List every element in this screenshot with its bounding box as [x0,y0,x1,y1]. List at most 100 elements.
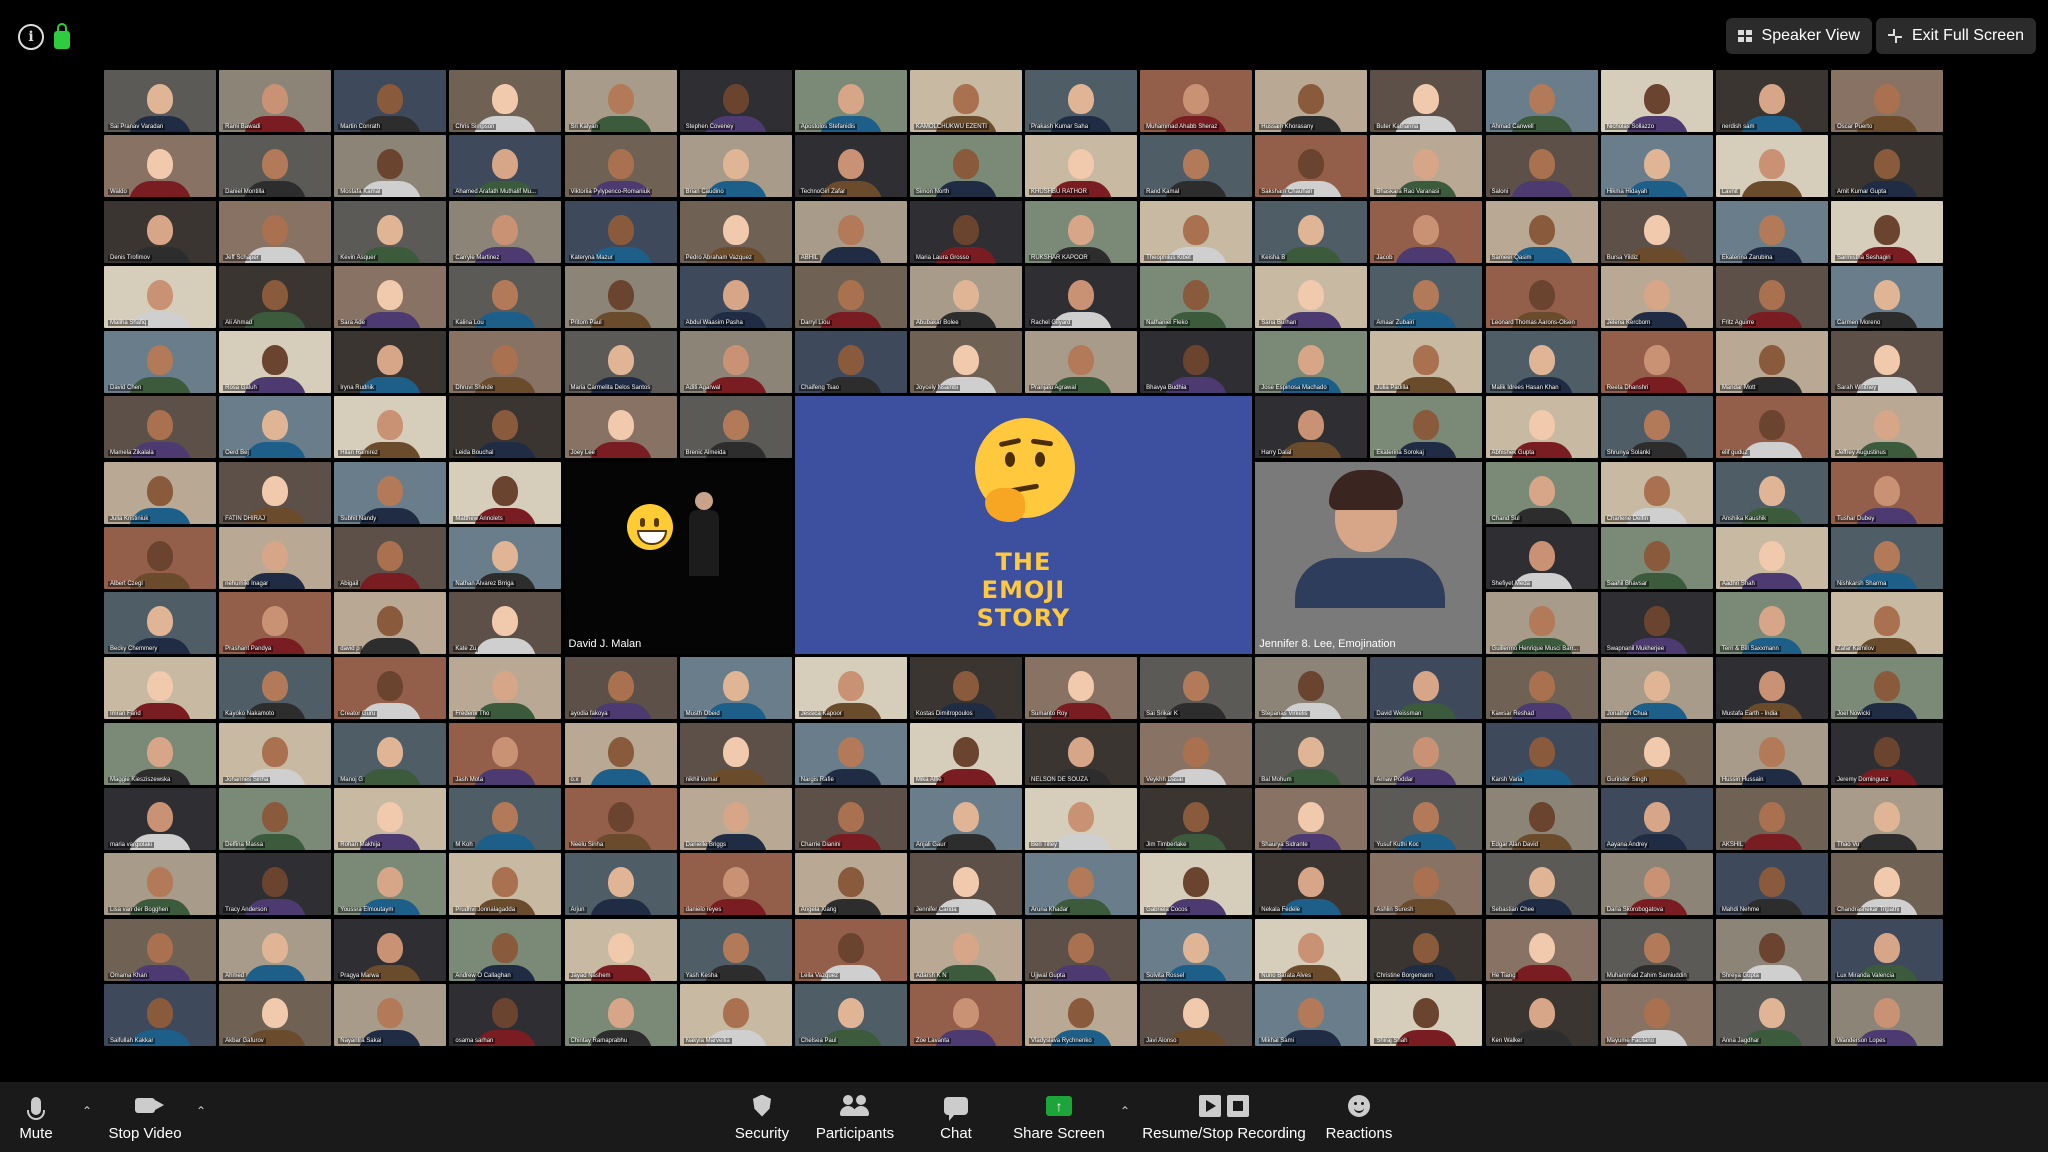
chat-button[interactable]: Chat [936,1082,976,1152]
participant-tile[interactable]: KAMOLCHUKWU EZENTI [909,70,1022,132]
participant-tile[interactable]: Guillermo Henrique Musci Barr... [1485,592,1598,655]
mute-button[interactable]: Mute [14,1082,58,1152]
participant-tile[interactable]: Julia Kristiniuk [104,461,216,524]
participant-tile[interactable]: Aruna Khadar [1025,853,1138,916]
participant-tile[interactable]: Jonathan Chua [1600,657,1713,720]
participant-tile[interactable]: Bhaskara Rao Varanasi [1370,135,1483,198]
participant-tile[interactable]: Aayana Andrey [1600,787,1713,850]
participant-tile[interactable]: Anjali Gaur [909,787,1022,850]
participant-tile[interactable]: Chandrashekar Tripathi [1830,853,1943,916]
participant-tile[interactable]: Maria Carmelita Delos Santos [564,331,677,394]
participant-tile[interactable]: Rohan Makhija [334,787,447,850]
participant-tile[interactable]: Maria Laura Grosso [909,200,1022,263]
participant-tile[interactable]: Martin Conrath [334,70,447,132]
participant-tile[interactable]: Pritom Paul [564,265,677,328]
participant-tile[interactable]: Dhruvi Shinde [449,331,562,394]
participant-tile[interactable]: Abigail [334,526,447,589]
participant-tile[interactable]: Tracy Anderson [219,853,332,916]
participant-tile[interactable]: Kateryna Mazur [564,200,677,263]
participant-tile[interactable]: Muhammad Zahim Samiuddin [1600,918,1713,981]
participant-tile[interactable]: AKSHIL [1715,787,1828,850]
participant-tile[interactable]: Rand Kamal [1140,135,1253,198]
participant-tile[interactable]: Rachel Gilyard [1025,265,1138,328]
participant-tile[interactable]: FATIN DHIRAJ [219,461,332,524]
participant-tile[interactable]: Nicholas Sollazzo [1600,70,1713,132]
participant-tile[interactable]: Mayume Facilano [1600,983,1713,1046]
participant-tile[interactable]: Albert Czegl [104,526,216,589]
participant-tile[interactable]: Julia Padilla [1370,331,1483,394]
participant-tile[interactable]: Karsh Varia [1485,722,1598,785]
participant-tile[interactable]: Carryle Martinez [449,200,562,263]
participant-tile[interactable]: Andrew O Callaghan [449,918,562,981]
participant-tile[interactable]: Kostas Dimitropoulos [909,657,1022,720]
participant-tile[interactable]: Anna Jagdhar [1715,983,1828,1046]
participant-tile[interactable]: Shiraj Shah [1370,983,1483,1046]
participant-tile[interactable]: Edgar Alan David [1485,787,1598,850]
share-screen-button[interactable]: ↑ Share Screen [1012,1082,1106,1152]
participant-tile[interactable]: Yusuf Kuthi Koc [1370,787,1483,850]
participant-tile[interactable]: Chaifeng Tsao [794,331,907,394]
participant-tile[interactable]: Nuno Barata Alves [1255,918,1368,981]
participant-tile[interactable]: Charrie Dianini [794,787,907,850]
participant-tile[interactable]: Akbar Gafurov [219,983,332,1046]
participant-tile[interactable]: Mika Alfie [909,722,1022,785]
participant-tile[interactable]: david p [334,592,447,655]
participant-tile[interactable]: TechnoGirl Zafar [794,135,907,198]
participant-tile[interactable]: Hikma Hidayah [1600,135,1713,198]
participant-tile[interactable]: Sebastian Chee [1485,853,1598,916]
participant-tile[interactable]: Abdul Waasim Pasha [679,265,792,328]
participant-tile[interactable]: Reeta Dhanshri [1600,331,1713,394]
participant-tile[interactable]: Amaar Zubairi [1370,265,1483,328]
participant-tile[interactable]: Kayoko Nakamoto [219,657,332,720]
participant-tile[interactable]: Keisha B [1255,200,1368,263]
participant-tile[interactable]: Theophilus Kibet [1140,200,1253,263]
participant-tile[interactable]: Mandar Mott [1715,331,1828,394]
participant-tile[interactable]: o.x [564,722,677,785]
participant-tile[interactable]: Delfina Massa [219,787,332,850]
participant-tile[interactable]: M Koh [449,787,562,850]
participant-tile[interactable]: RUKSHAR KAPOOR [1025,200,1138,263]
participant-tile[interactable]: Brian Caudino [679,135,792,198]
participant-tile[interactable]: Matthew Annolets [449,461,562,524]
participant-tile[interactable]: Mostafa Kamal [334,135,447,198]
participant-tile[interactable]: Kalina Lou [449,265,562,328]
participant-tile[interactable]: Chelsea Paul [794,983,907,1046]
participant-tile[interactable]: Bal Mohum [1255,722,1368,785]
participant-tile[interactable]: Brenic Almeida [679,396,792,459]
participant-tile[interactable]: Neelu Sinha [564,787,677,850]
participant-tile[interactable]: Waldo [104,135,216,198]
participant-tile[interactable]: Sameer Qasim [1485,200,1598,263]
participant-tile[interactable]: Zoe Lavanta [909,983,1022,1046]
participant-tile[interactable]: Chintay Ramaprabhu [564,983,677,1046]
participant-tile[interactable]: Shrunya Solanki [1600,396,1713,459]
participant-tile[interactable]: Wanderson Lopes [1830,983,1943,1046]
participant-tile[interactable]: Saksham Chauhan [1255,135,1368,198]
participant-tile[interactable]: Hilan Ramirez [334,396,447,459]
guest-tile[interactable]: Jennifer 8. Lee, Emojination [1255,461,1483,655]
participant-tile[interactable]: Jayad Nashem [564,918,677,981]
participant-tile[interactable]: Abhishek Gupta [1485,396,1598,459]
participant-tile[interactable]: nerdish sam [1715,70,1828,132]
participant-tile[interactable]: Creator Guru [334,657,447,720]
participant-tile[interactable]: Thao Vu [1830,787,1943,850]
participant-tile[interactable]: Maggie Kiesziszewska [104,722,216,785]
participant-tile[interactable]: Shaurya Sidrante [1255,787,1368,850]
participant-tile[interactable]: Sarmistha Seshagiri [1830,200,1943,263]
participant-tile[interactable]: Gabriela Cocos [1140,853,1253,916]
participant-tile[interactable]: Ahmad Canwell [1485,70,1598,132]
participant-tile[interactable]: Solvita Rossel [1140,918,1253,981]
participant-tile[interactable]: Sai Pranav Varadan [104,70,216,132]
participant-tile[interactable]: Nathan Alvarez Brriga [449,526,562,589]
participant-tile[interactable]: Pedro Abraham Vazquez [679,200,792,263]
participant-tile[interactable]: Adarsh K N [909,918,1022,981]
participant-tile[interactable]: Jeff Schaper [219,200,332,263]
participant-tile[interactable]: Saahil Bhavsar [1600,526,1713,589]
participant-tile[interactable]: Swapnanil Mukherjee [1600,592,1713,655]
participant-tile[interactable]: David Weissman [1370,657,1483,720]
participant-tile[interactable]: Ekaterina Zarubina [1715,200,1828,263]
participant-tile[interactable]: Mamela Zikalala [104,396,216,459]
participant-tile[interactable]: Kate Zu [449,592,562,655]
participant-tile[interactable]: Iryna Rudnik [334,331,447,394]
participant-tile[interactable]: Ahamed Arafath Muthalif Mu... [449,135,562,198]
participant-tile[interactable]: Rami Bawadi [219,70,332,132]
